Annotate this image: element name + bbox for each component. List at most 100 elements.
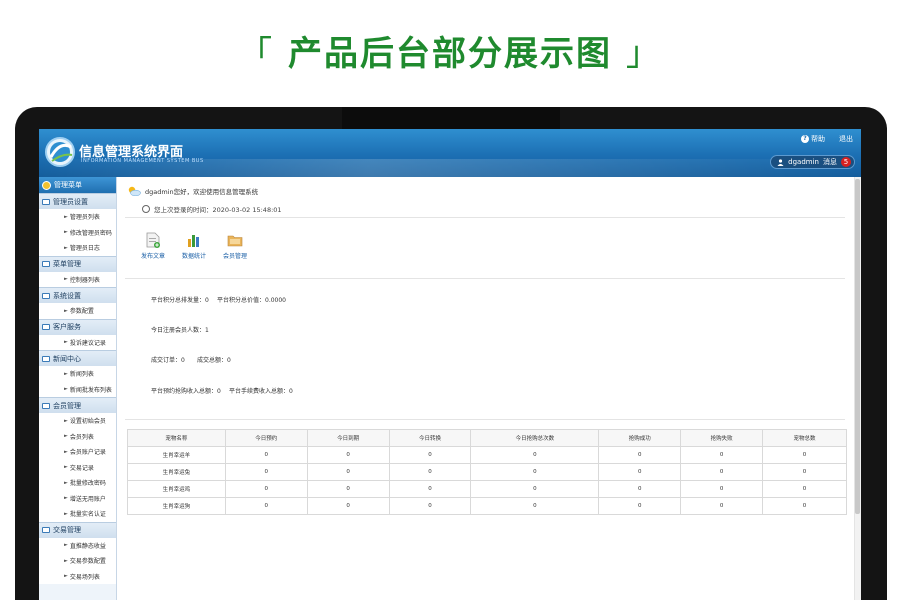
table-cell: 0 xyxy=(470,497,600,515)
main-content: dgadmin您好，欢迎使用信息管理系统 您上次登录的时间：2020-03-02… xyxy=(117,177,861,600)
sidebar-item[interactable]: ► 批量修改密码 xyxy=(39,475,116,491)
table-header-row: 宠物名称 今日预约 今日到期 今日转换 今日抢购总次数 抢购成功 抢购失败 宠物… xyxy=(127,429,847,447)
sidebar-group-system[interactable]: 系统设置 xyxy=(39,287,116,303)
column-header: 抢购成功 xyxy=(598,429,682,447)
table-cell: 0 xyxy=(680,463,764,481)
bullet-arrow-icon: ► xyxy=(64,557,68,564)
item-label: 新闻批发布列表 xyxy=(69,386,112,394)
column-header: 今日到期 xyxy=(306,429,390,447)
last-login-text: 您上次登录的时间：2020-03-02 15:48:01 xyxy=(154,206,282,214)
item-label: 批量修改密码 xyxy=(69,480,106,488)
bullet-arrow-icon: ► xyxy=(64,464,68,471)
sidebar-group-news[interactable]: 新闻中心 xyxy=(39,350,116,366)
bullet-arrow-icon: ► xyxy=(64,229,68,236)
help-link[interactable]: ? 帮助 xyxy=(801,134,825,144)
app-subtitle: INFORMATION MANAGEMENT SYSTEM BUS xyxy=(81,158,204,164)
table-cell: 0 xyxy=(470,446,600,464)
sidebar-group-members[interactable]: 会员管理 xyxy=(39,397,116,413)
sidebar-item[interactable]: ► 会员列表 xyxy=(39,428,116,444)
logout-link[interactable]: 退出 xyxy=(839,134,853,144)
sidebar-item[interactable]: ► 增送无用账户 xyxy=(39,490,116,506)
sidebar-item[interactable]: ► 新闻批发布列表 xyxy=(39,381,116,397)
monitor-icon xyxy=(42,402,50,409)
sidebar-item[interactable]: ► 批量实名认证 xyxy=(39,506,116,522)
messages-label[interactable]: 消息 xyxy=(823,157,837,167)
bullet-arrow-icon: ► xyxy=(64,417,68,424)
laptop-frame: 信息管理系统界面 INFORMATION MANAGEMENT SYSTEM B… xyxy=(15,107,887,600)
sidebar-item[interactable]: ► 交易场列表 xyxy=(39,568,116,584)
group-label: 新闻中心 xyxy=(53,354,81,363)
table-cell: 0 xyxy=(598,446,682,464)
sidebar-item[interactable]: ► 交易记录 xyxy=(39,459,116,475)
sidebar-header: 管理菜单 xyxy=(39,177,116,193)
bullet-arrow-icon: ► xyxy=(64,510,68,517)
bullet-arrow-icon: ► xyxy=(64,276,68,283)
bullet-arrow-icon: ► xyxy=(64,386,68,393)
table-cell: 0 xyxy=(224,463,308,481)
sidebar: 管理菜单 管理员设置 ► 管理员列表 ► 修改管理员密码 ► 管理员日志 菜单管理 ►… xyxy=(39,177,117,600)
scrollbar-thumb[interactable] xyxy=(855,179,860,514)
item-label: 交易记录 xyxy=(69,464,94,472)
sidebar-group-service[interactable]: 客户服务 xyxy=(39,318,116,335)
table-cell: 0 xyxy=(306,446,390,464)
sidebar-item[interactable]: ► 直推静态收益 xyxy=(39,537,116,553)
sidebar-item[interactable]: ► 投诉建议记录 xyxy=(39,334,116,350)
sidebar-group-admin[interactable]: 管理员设置 xyxy=(39,193,116,209)
table-cell: 生肖幸运鸡 xyxy=(127,480,226,498)
welcome-line: dgadmin您好，欢迎使用信息管理系统 xyxy=(127,186,258,196)
sidebar-item[interactable]: ► 新闻列表 xyxy=(39,366,116,382)
sidebar-item[interactable]: ► 参数配置 xyxy=(39,303,116,319)
group-label: 系统设置 xyxy=(53,291,81,300)
quick-action-member-management[interactable]: 会员管理 xyxy=(215,232,255,260)
username: dgadmin xyxy=(788,158,819,166)
folder-icon xyxy=(227,235,243,247)
sidebar-group-menu[interactable]: 菜单管理 xyxy=(39,255,116,272)
quick-action-label: 会员管理 xyxy=(222,253,247,260)
table-cell: 0 xyxy=(388,463,472,481)
column-header: 抢购失败 xyxy=(680,429,764,447)
table-row: 生肖幸运兔 0 0 0 0 0 0 0 xyxy=(127,463,847,481)
bullet-arrow-icon: ► xyxy=(64,307,68,314)
sidebar-group-trade[interactable]: 交易管理 xyxy=(39,521,116,538)
user-pill[interactable]: dgadmin 消息 5 xyxy=(770,155,855,169)
divider xyxy=(125,278,845,279)
quick-action-label: 数据统计 xyxy=(181,253,206,260)
sidebar-item[interactable]: ► 会员账户记录 xyxy=(39,444,116,460)
table-cell: 0 xyxy=(762,480,847,498)
scrollbar[interactable] xyxy=(854,177,861,600)
help-icon: ? xyxy=(801,135,809,143)
sidebar-item[interactable]: ► 交易参数配置 xyxy=(39,553,116,569)
table-cell: 0 xyxy=(388,480,472,498)
app-screen: 信息管理系统界面 INFORMATION MANAGEMENT SYSTEM B… xyxy=(39,129,861,600)
table-cell: 0 xyxy=(224,497,308,515)
stat-reservation-income: 平台预约抢购收入总额：0 xyxy=(151,388,221,395)
sidebar-item[interactable]: ► 设置初始会员 xyxy=(39,413,116,429)
sidebar-item[interactable]: ► 控制器列表 xyxy=(39,271,116,287)
stat-points-value: 平台积分总价值：0.0000 xyxy=(217,297,286,304)
item-label: 参数配置 xyxy=(69,308,94,316)
sidebar-item[interactable]: ► 管理员日志 xyxy=(39,240,116,256)
sidebar-item[interactable]: ► 管理员列表 xyxy=(39,209,116,225)
quick-action-statistics[interactable]: 数据统计 xyxy=(174,232,214,260)
bullet-arrow-icon: ► xyxy=(64,495,68,502)
table-cell: 0 xyxy=(388,446,472,464)
monitor-icon xyxy=(42,527,50,533)
column-header: 宠物名称 xyxy=(127,429,226,447)
clock-icon xyxy=(142,205,150,213)
page: 「 产品后台部分展示图 」 信息管理系统界面 INFORMATION MANAG… xyxy=(0,0,900,600)
item-label: 会员列表 xyxy=(69,433,94,441)
sidebar-item[interactable]: ► 修改管理员密码 xyxy=(39,224,116,240)
bullet-arrow-icon: ► xyxy=(64,573,68,580)
bullet-arrow-icon: ► xyxy=(64,244,68,251)
bullet-arrow-icon: ► xyxy=(64,542,68,549)
quick-action-publish-article[interactable]: 发布文章 xyxy=(133,232,173,260)
user-icon xyxy=(777,158,784,166)
item-label: 投诉建议记录 xyxy=(69,339,106,347)
banner-left-bracket: 「 xyxy=(238,34,275,74)
column-header: 今日转换 xyxy=(388,429,472,447)
table-cell: 0 xyxy=(762,463,847,481)
item-label: 增送无用账户 xyxy=(69,495,106,503)
table-cell: 0 xyxy=(680,497,764,515)
item-label: 设置初始会员 xyxy=(69,418,106,426)
table-cell: 0 xyxy=(306,463,390,481)
